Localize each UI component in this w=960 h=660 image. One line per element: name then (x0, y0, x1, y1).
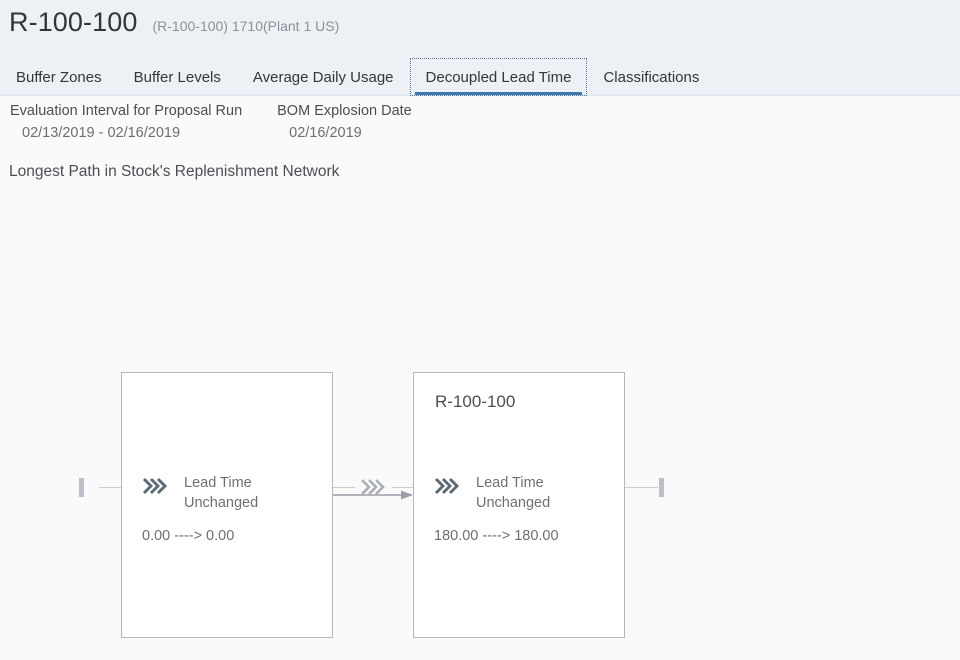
card-status-line1: Lead Time (476, 475, 544, 491)
triple-chevron-right-icon (142, 477, 168, 495)
network-endcap-right (659, 478, 664, 497)
page-root: R-100-100 (R-100-100) 1710(Plant 1 US) B… (0, 0, 960, 660)
section-title: Longest Path in Stock's Replenishment Ne… (9, 163, 340, 180)
card-values: 0.00 ----> 0.00 (142, 528, 235, 544)
bom-explosion-date-block: BOM Explosion Date 02/16/2019 (277, 100, 412, 144)
triple-chevron-right-icon (434, 477, 460, 495)
card-status: Lead Time Unchanged (142, 473, 258, 513)
tab-buffer-levels[interactable]: Buffer Levels (118, 58, 237, 96)
page-subtitle: (R-100-100) 1710(Plant 1 US) (152, 18, 340, 34)
title-row: R-100-100 (R-100-100) 1710(Plant 1 US) (9, 7, 339, 38)
tab-bar: Buffer Zones Buffer Levels Average Daily… (0, 58, 715, 96)
card-title: R-100-100 (435, 392, 516, 411)
card-status: Lead Time Unchanged (434, 473, 550, 513)
card-status-line1: Lead Time (184, 475, 252, 491)
lead-time-card-source[interactable]: Lead Time Unchanged 0.00 ----> 0.00 (121, 372, 333, 638)
card-status-line2: Unchanged (184, 495, 259, 511)
tab-decoupled-lead-time[interactable]: Decoupled Lead Time (409, 58, 588, 96)
tab-label: Average Daily Usage (252, 68, 394, 86)
tab-buffer-zones[interactable]: Buffer Zones (0, 58, 118, 96)
card-status-text: Lead Time Unchanged (476, 473, 550, 513)
evaluation-interval-label: Evaluation Interval for Proposal Run (10, 103, 243, 119)
object-header: R-100-100 (R-100-100) 1710(Plant 1 US) B… (0, 0, 960, 96)
tab-label: Decoupled Lead Time (425, 68, 572, 86)
lead-time-card-buffered[interactable]: R-100-100 Lead Time Unchanged 180.00 ---… (413, 372, 625, 638)
tab-average-daily-usage[interactable]: Average Daily Usage (237, 58, 410, 96)
tab-label: Buffer Levels (133, 68, 221, 86)
info-strip: Evaluation Interval for Proposal Run 02/… (0, 100, 960, 144)
tab-classifications[interactable]: Classifications (587, 58, 715, 96)
network-endcap-left (79, 478, 84, 497)
tab-label: Classifications (603, 68, 700, 86)
card-connector-arrow (333, 488, 413, 500)
evaluation-interval-value: 02/13/2019 - 02/16/2019 (22, 125, 181, 141)
bom-explosion-date-label: BOM Explosion Date (277, 103, 412, 119)
bom-explosion-date-value: 02/16/2019 (289, 125, 362, 141)
card-status-text: Lead Time Unchanged (184, 473, 258, 513)
evaluation-interval-block: Evaluation Interval for Proposal Run 02/… (10, 100, 242, 144)
page-title: R-100-100 (9, 7, 138, 37)
card-values: 180.00 ----> 180.00 (434, 528, 559, 544)
replenishment-network-diagram: R-100-100 (Buffered) (0, 210, 960, 552)
tab-label: Buffer Zones (16, 68, 102, 86)
card-status-line2: Unchanged (476, 495, 551, 511)
